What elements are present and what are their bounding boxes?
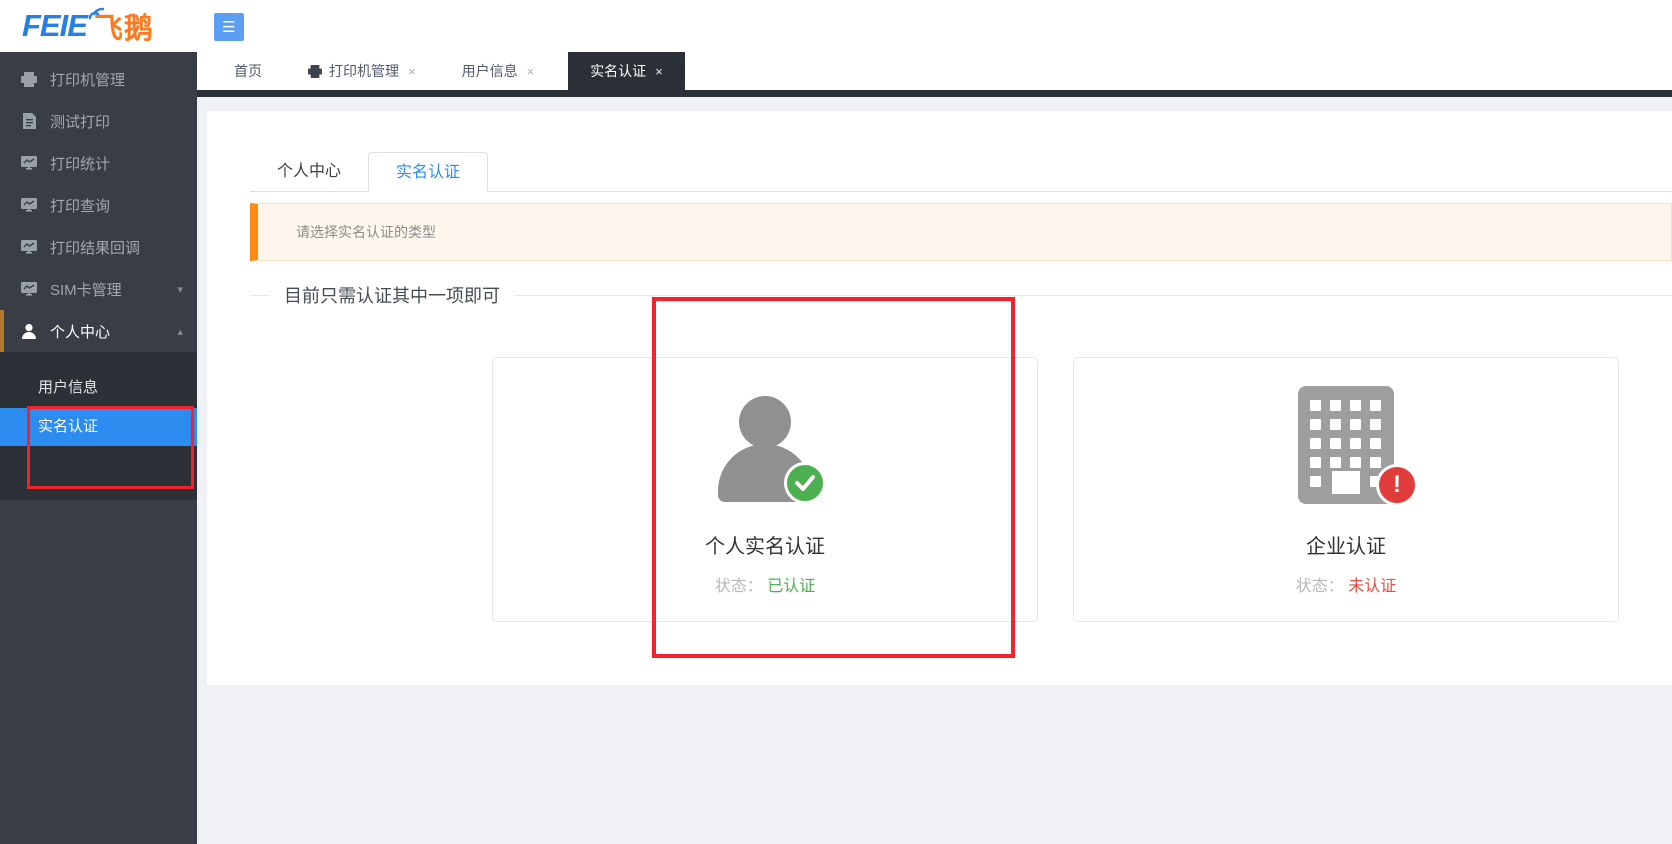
open-pages-tabbar: 首页 打印机管理 × 用户信息 × 实名认证 × xyxy=(197,52,1672,97)
sidebar-subitem-user-info[interactable]: 用户信息 xyxy=(0,368,197,408)
close-icon[interactable]: × xyxy=(527,64,535,79)
card-title: 企业认证 xyxy=(1306,530,1386,559)
app-logo: FEIE 飞鹅 xyxy=(22,4,154,48)
warning-alert: 请选择实名认证的类型 xyxy=(250,203,1672,261)
section-divider: 目前只需认证其中一项即可 xyxy=(250,282,1672,308)
sidebar-item-label: 测试打印 xyxy=(50,111,110,132)
alert-text: 请选择实名认证的类型 xyxy=(258,222,436,242)
tab-realname-verification[interactable]: 实名认证 xyxy=(368,152,488,192)
tab-realname-auth[interactable]: 实名认证 × xyxy=(568,52,685,90)
top-bar: FEIE 飞鹅 ☰ xyxy=(0,0,1672,52)
tab-printer-management[interactable]: 打印机管理 × xyxy=(296,52,428,90)
sidebar-item-print-query[interactable]: 打印查询 xyxy=(0,184,197,226)
sidebar-item-label: 打印机管理 xyxy=(50,69,125,90)
card-status: 状态： 未认证 xyxy=(1296,572,1396,596)
personal-center-submenu: 用户信息 实名认证 xyxy=(0,352,197,500)
sidebar-item-label: 个人中心 xyxy=(50,321,110,342)
building-icon: ! xyxy=(1298,396,1394,504)
status-value: 未认证 xyxy=(1348,578,1396,595)
sidebar-item-sim-management[interactable]: SIM卡管理 ▾ xyxy=(0,268,197,310)
sidebar-item-label: SIM卡管理 xyxy=(50,279,122,300)
tab-label: 首页 xyxy=(234,61,262,81)
signal-icon xyxy=(86,6,106,20)
monitor-icon xyxy=(21,197,37,213)
monitor-icon xyxy=(21,239,37,255)
personal-auth-card[interactable]: 个人实名认证 状态： 已认证 xyxy=(492,357,1038,622)
sidebar-item-print-callback[interactable]: 打印结果回调 xyxy=(0,226,197,268)
card-title: 个人实名认证 xyxy=(705,530,825,559)
exclamation-badge-icon: ! xyxy=(1376,464,1418,506)
monitor-icon xyxy=(21,155,37,171)
status-label: 状态： xyxy=(1296,578,1344,595)
tab-personal-center[interactable]: 个人中心 xyxy=(250,152,368,192)
printer-icon xyxy=(21,71,37,87)
tab-user-info[interactable]: 用户信息 × xyxy=(450,52,547,90)
document-icon xyxy=(21,113,37,129)
tab-home[interactable]: 首页 xyxy=(222,52,274,90)
sidebar: 打印机管理 测试打印 打印统计 打印查询 打印结果回调 xyxy=(0,52,197,844)
logo-text-en: FEIE xyxy=(22,8,87,44)
status-value: 已认证 xyxy=(767,578,815,595)
tab-label: 打印机管理 xyxy=(329,61,399,81)
sidebar-item-personal-center[interactable]: 个人中心 ▴ xyxy=(0,310,197,352)
sidebar-item-label: 打印结果回调 xyxy=(50,237,140,258)
tab-label: 用户信息 xyxy=(462,61,518,81)
profile-tabs: 个人中心 实名认证 xyxy=(250,152,1672,192)
menu-toggle-button[interactable]: ☰ xyxy=(214,13,244,41)
user-icon xyxy=(21,323,37,339)
check-badge-icon xyxy=(784,462,826,504)
auth-type-cards: 个人实名认证 状态： 已认证 ! xyxy=(250,357,1672,622)
sidebar-item-label: 打印查询 xyxy=(50,195,110,216)
person-icon xyxy=(718,396,812,504)
card-status: 状态： 已认证 xyxy=(715,572,815,596)
enterprise-auth-card[interactable]: ! 企业认证 状态： 未认证 xyxy=(1073,357,1619,622)
printer-icon xyxy=(308,65,322,78)
sidebar-item-print-stats[interactable]: 打印统计 xyxy=(0,142,197,184)
status-label: 状态： xyxy=(715,578,763,595)
sidebar-subitem-realname-auth[interactable]: 实名认证 xyxy=(0,408,197,446)
divider-line xyxy=(514,295,1672,296)
monitor-icon xyxy=(21,281,37,297)
divider-line xyxy=(250,295,270,296)
sidebar-item-label: 打印统计 xyxy=(50,153,110,174)
sidebar-item-printer-management[interactable]: 打印机管理 xyxy=(0,58,197,100)
sidebar-item-test-print[interactable]: 测试打印 xyxy=(0,100,197,142)
caret-down-icon: ▾ xyxy=(177,283,183,296)
tab-label: 实名认证 xyxy=(590,61,646,81)
close-icon[interactable]: × xyxy=(655,64,663,79)
close-icon[interactable]: × xyxy=(408,64,416,79)
menu-icon: ☰ xyxy=(222,18,235,36)
caret-up-icon: ▴ xyxy=(177,325,183,338)
divider-text: 目前只需认证其中一项即可 xyxy=(270,282,514,308)
content-panel: 个人中心 实名认证 请选择实名认证的类型 目前只需认证其中一项即可 个人实名认证… xyxy=(207,111,1672,685)
